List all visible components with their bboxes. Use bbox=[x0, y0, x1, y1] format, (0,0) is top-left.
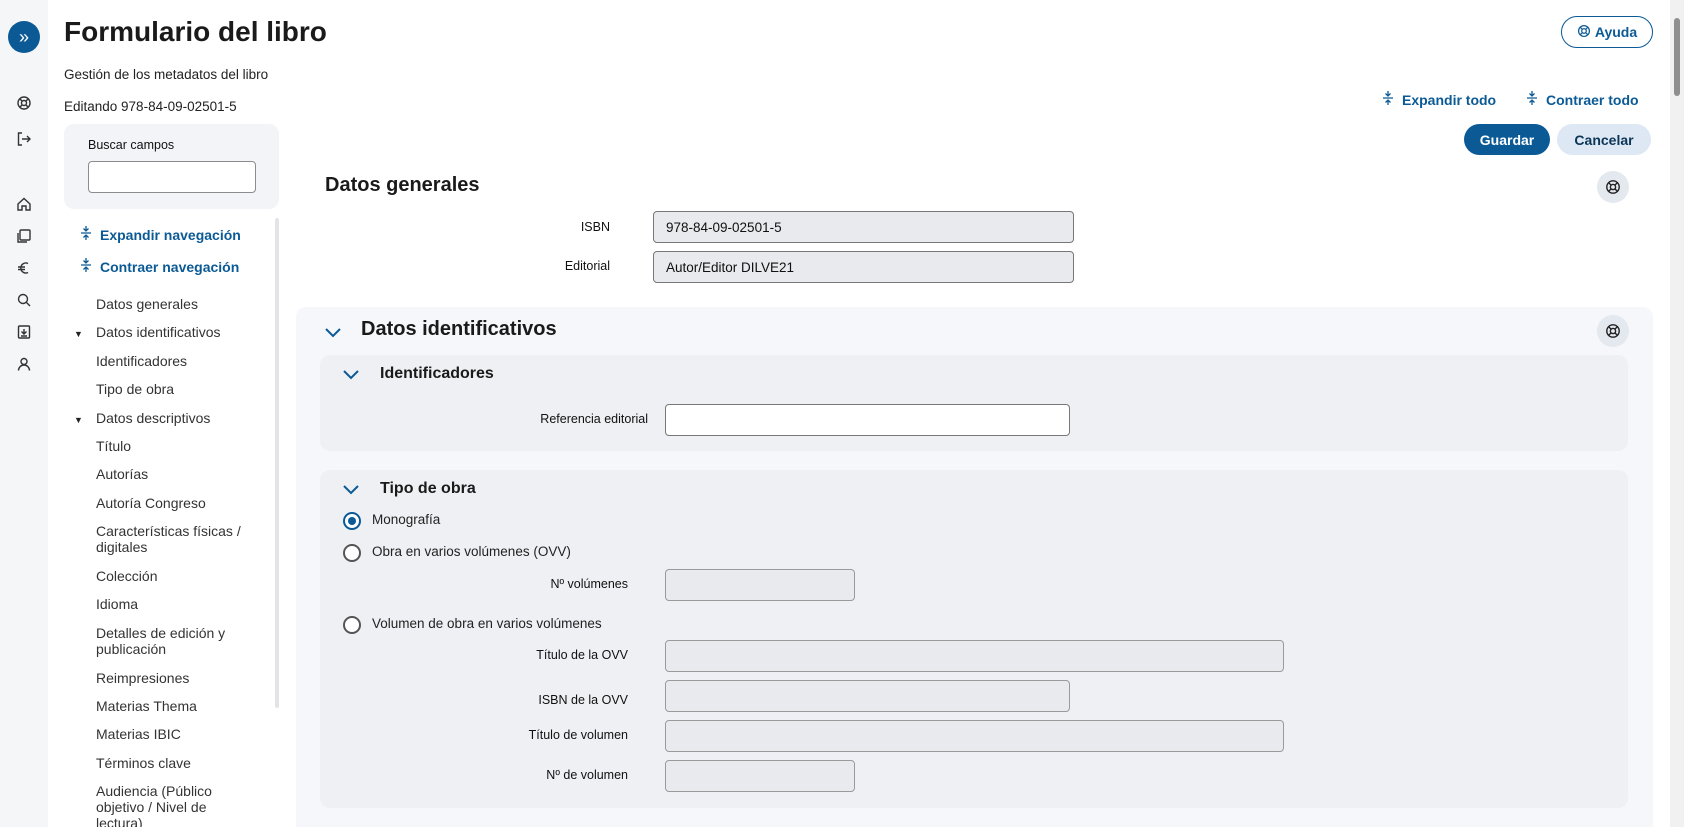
books-icon[interactable] bbox=[14, 226, 34, 246]
menu-expand-icon[interactable]: » bbox=[8, 21, 40, 53]
help-button-label: Ayuda bbox=[1594, 24, 1638, 40]
nav-item-terminos-clave[interactable]: Términos clave bbox=[96, 755, 191, 771]
volume-number-input bbox=[665, 760, 855, 792]
radio-label-monografia: Monografía bbox=[372, 512, 441, 527]
chevron-down-icon[interactable] bbox=[324, 327, 342, 339]
editing-indicator: Editando 978-84-09-02501-5 bbox=[64, 99, 237, 114]
collapse-icon bbox=[1526, 90, 1538, 109]
publisher-field: Autor/Editor DILVE21 bbox=[653, 251, 1074, 283]
subsection-tipo-de-obra: Tipo de obra Monografía Obra en varios v… bbox=[320, 470, 1628, 808]
radio-obra-varios-volumenes[interactable] bbox=[343, 544, 361, 562]
nav-item-datos-descriptivos[interactable]: Datos descriptivos bbox=[96, 410, 210, 426]
subsection-identificadores: Identificadores Referencia editorial bbox=[320, 355, 1628, 451]
book-form-app: » Formulario del libro Gestión de los me… bbox=[0, 0, 1684, 827]
section-help-button[interactable] bbox=[1597, 171, 1629, 203]
radio-label-obra-varios-volumenes: Obra en varios volúmenes (OVV) bbox=[372, 544, 571, 559]
section-title-datos-identificativos: Datos identificativos bbox=[361, 318, 557, 340]
section-datos-identificativos: Datos identificativos Identificadores Re… bbox=[296, 307, 1653, 827]
publisher-label: Editorial bbox=[564, 259, 610, 273]
help-icon bbox=[1577, 24, 1591, 41]
nav-item-detalles-edicion[interactable]: Detalles de edición y publicación bbox=[96, 625, 256, 657]
chevron-down-icon[interactable] bbox=[342, 369, 360, 381]
page-subtitle: Gestión de los metadatos del libro bbox=[64, 67, 269, 82]
user-icon[interactable] bbox=[14, 354, 34, 374]
radio-volumen-obra[interactable] bbox=[343, 616, 361, 634]
ovv-isbn-input bbox=[665, 680, 1070, 712]
nav-item-identificadores[interactable]: Identificadores bbox=[96, 353, 187, 369]
collapse-navigation-button[interactable]: Contraer navegación bbox=[80, 257, 239, 276]
radio-label-volumen-obra: Volumen de obra en varios volúmenes bbox=[372, 616, 602, 631]
icon-rail: » bbox=[0, 0, 48, 827]
volumes-count-label: Nº volúmenes bbox=[550, 577, 628, 591]
collapse-navigation-label: Contraer navegación bbox=[100, 258, 240, 275]
nav-item-datos-identificativos[interactable]: Datos identificativos bbox=[96, 324, 221, 340]
nav-item-audiencia[interactable]: Audiencia (Público objetivo / Nivel de l… bbox=[96, 783, 236, 827]
field-search-input[interactable] bbox=[88, 161, 256, 193]
nav-item-datos-generales[interactable]: Datos generales bbox=[96, 296, 198, 312]
download-icon[interactable] bbox=[14, 322, 34, 342]
expand-all-button[interactable]: Expandir todo bbox=[1382, 90, 1496, 109]
nav-item-titulo[interactable]: Título bbox=[96, 438, 131, 454]
subsection-title-tipo-de-obra: Tipo de obra bbox=[380, 480, 476, 497]
caret-down-icon[interactable]: ▼ bbox=[74, 415, 83, 425]
expand-all-label: Expandir todo bbox=[1402, 91, 1497, 108]
expand-icon bbox=[1382, 90, 1394, 109]
lifebuoy-icon[interactable] bbox=[14, 93, 34, 113]
ovv-isbn-label: ISBN de la OVV bbox=[538, 693, 628, 707]
volumes-count-input bbox=[665, 569, 855, 601]
cancel-button[interactable]: Cancelar bbox=[1557, 124, 1651, 155]
euro-icon[interactable] bbox=[14, 258, 34, 278]
isbn-field: 978-84-09-02501-5 bbox=[653, 211, 1074, 243]
radio-monografia[interactable] bbox=[343, 512, 361, 530]
navigation-scrollbar[interactable] bbox=[275, 218, 279, 708]
collapse-all-label: Contraer todo bbox=[1546, 91, 1639, 108]
editorial-reference-label: Referencia editorial bbox=[540, 412, 648, 426]
nav-item-materias-ibic[interactable]: Materias IBIC bbox=[96, 726, 181, 742]
nav-item-materias-thema[interactable]: Materias Thema bbox=[96, 698, 197, 714]
page-title: Formulario del libro bbox=[64, 16, 327, 47]
chevron-down-icon[interactable] bbox=[342, 484, 360, 496]
nav-item-autoria-congreso[interactable]: Autoría Congreso bbox=[96, 495, 206, 511]
help-icon bbox=[1606, 180, 1620, 194]
help-icon bbox=[1606, 324, 1620, 338]
expand-navigation-button[interactable]: Expandir navegación bbox=[80, 225, 241, 244]
nav-item-reimpresiones[interactable]: Reimpresiones bbox=[96, 670, 189, 686]
logout-icon[interactable] bbox=[14, 129, 34, 149]
expand-navigation-label: Expandir navegación bbox=[100, 226, 241, 243]
home-icon[interactable] bbox=[14, 194, 34, 214]
nav-item-autorias[interactable]: Autorías bbox=[96, 466, 148, 482]
nav-item-coleccion[interactable]: Colección bbox=[96, 568, 157, 584]
section-help-button[interactable] bbox=[1597, 315, 1629, 347]
volume-title-input bbox=[665, 720, 1284, 752]
caret-down-icon[interactable]: ▼ bbox=[74, 329, 83, 339]
nav-item-idioma[interactable]: Idioma bbox=[96, 596, 138, 612]
search-icon[interactable] bbox=[14, 290, 34, 310]
field-search-box: Buscar campos bbox=[64, 124, 279, 209]
save-button[interactable]: Guardar bbox=[1464, 124, 1550, 155]
field-search-label: Buscar campos bbox=[88, 138, 175, 152]
editorial-reference-input[interactable] bbox=[665, 404, 1070, 436]
collapse-all-button[interactable]: Contraer todo bbox=[1526, 90, 1639, 109]
page-scrollbar-track[interactable] bbox=[1670, 0, 1684, 827]
nav-item-tipo-de-obra[interactable]: Tipo de obra bbox=[96, 381, 174, 397]
section-title-datos-generales: Datos generales bbox=[325, 174, 480, 196]
subsection-title-identificadores: Identificadores bbox=[380, 365, 494, 382]
collapse-icon bbox=[80, 257, 92, 276]
isbn-label: ISBN bbox=[580, 220, 610, 234]
help-button[interactable]: Ayuda bbox=[1561, 16, 1653, 48]
volume-number-label: Nº de volumen bbox=[546, 768, 628, 782]
page-scrollbar-thumb[interactable] bbox=[1674, 18, 1680, 96]
volume-title-label: Título de volumen bbox=[528, 728, 628, 742]
ovv-title-input bbox=[665, 640, 1284, 672]
expand-icon bbox=[80, 225, 92, 244]
ovv-title-label: Título de la OVV bbox=[536, 648, 628, 662]
nav-item-caracteristicas-fisicas[interactable]: Características físicas / digitales bbox=[96, 523, 256, 555]
